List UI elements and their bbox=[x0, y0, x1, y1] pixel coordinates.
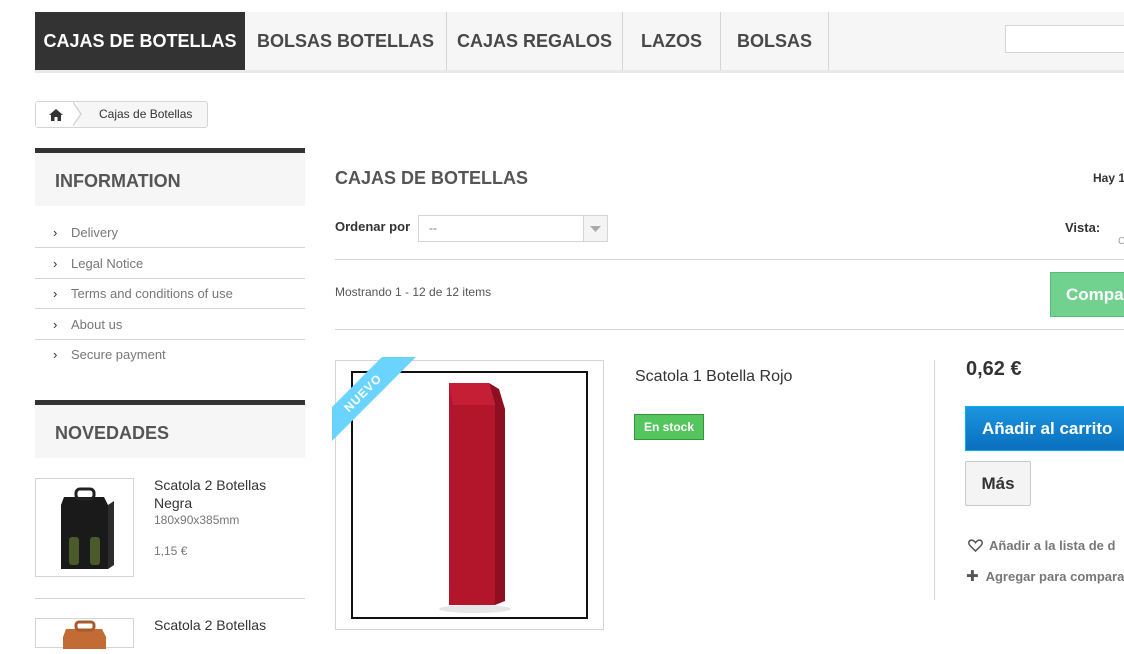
nav-item-cajas-de-botellas[interactable]: CAJAS DE BOTELLAS bbox=[35, 12, 245, 70]
plus-icon: ✚ bbox=[966, 568, 979, 585]
new-badge-ribbon: NUEVO bbox=[332, 357, 422, 447]
brown-bottle-box-image bbox=[63, 620, 106, 649]
novedad-thumbnail[interactable] bbox=[35, 478, 134, 577]
add-to-wishlist-link[interactable]: Añadir a la lista de d bbox=[968, 538, 1115, 553]
divider bbox=[35, 598, 305, 599]
novedad-name[interactable]: Scatola 2 Botellas bbox=[154, 617, 266, 633]
novedades-block-title: NOVEDADES bbox=[35, 400, 305, 458]
sidebar-link-label: Legal Notice bbox=[71, 256, 144, 271]
novedad-thumbnail[interactable] bbox=[35, 618, 134, 649]
novedad-price: 1,15 € bbox=[154, 544, 188, 558]
breadcrumb-separator-inner bbox=[72, 102, 80, 126]
heart-icon bbox=[968, 539, 983, 553]
add-to-compare-link[interactable]: ✚ Agregar para compara bbox=[966, 567, 1124, 585]
chevron-right-icon: › bbox=[53, 225, 58, 240]
sidebar-link-label: Secure payment bbox=[71, 347, 166, 362]
more-button[interactable]: Más bbox=[965, 461, 1031, 506]
stock-badge: En stock bbox=[634, 414, 704, 440]
sidebar-link-secure-payment[interactable]: › Secure payment bbox=[35, 340, 305, 370]
chevron-down-icon[interactable] bbox=[583, 216, 607, 241]
sidebar-link-label: Delivery bbox=[71, 225, 118, 240]
chevron-right-icon: › bbox=[53, 347, 58, 362]
wishlist-label: Añadir a la lista de d bbox=[989, 538, 1116, 553]
sidebar-link-delivery[interactable]: › Delivery bbox=[35, 218, 305, 248]
chevron-right-icon: › bbox=[53, 256, 58, 271]
compare-button[interactable]: Compa bbox=[1050, 272, 1124, 317]
sidebar-link-terms[interactable]: › Terms and conditions of use bbox=[35, 279, 305, 309]
product-count: Hay 1 bbox=[1093, 171, 1124, 185]
breadcrumb-current: Cajas de Botellas bbox=[99, 107, 193, 121]
novedad-description: 180x90x385mm bbox=[154, 513, 240, 527]
home-icon bbox=[49, 109, 63, 121]
new-badge-text: NUEVO bbox=[332, 357, 418, 447]
information-block-title: INFORMATION bbox=[35, 148, 305, 206]
product-name-link[interactable]: Scatola 1 Botella Rojo bbox=[635, 368, 792, 386]
nav-item-bolsas-botellas[interactable]: BOLSAS BOTELLAS bbox=[245, 12, 447, 70]
sidebar-link-label: Terms and conditions of use bbox=[71, 286, 233, 301]
chevron-right-icon: › bbox=[53, 317, 58, 332]
view-option[interactable]: C bbox=[1118, 236, 1124, 247]
chevron-right-icon: › bbox=[53, 286, 58, 301]
search-input[interactable] bbox=[1005, 25, 1124, 53]
top-nav: CAJAS DE BOTELLAS BOLSAS BOTELLAS CAJAS … bbox=[35, 12, 1124, 73]
breadcrumb-home-link[interactable] bbox=[36, 102, 77, 127]
novedad-name-line: Scatola 2 Botellas bbox=[154, 477, 267, 493]
page-title: CAJAS DE BOTELLAS bbox=[335, 168, 529, 188]
sidebar-link-label: About us bbox=[71, 317, 123, 332]
showing-items: Mostrando 1 - 12 de 12 items bbox=[335, 285, 492, 299]
view-label: Vista: bbox=[1065, 220, 1101, 235]
sort-label: Ordenar por bbox=[335, 219, 411, 234]
compare-label: Agregar para compara bbox=[985, 569, 1124, 584]
sidebar-link-about-us[interactable]: › About us bbox=[35, 310, 305, 340]
novedad-name[interactable]: Scatola 2 Botellas Negra bbox=[154, 476, 266, 512]
add-to-cart-button[interactable]: Añadir al carrito bbox=[965, 406, 1124, 451]
nav-item-cajas-regalos[interactable]: CAJAS REGALOS bbox=[447, 12, 623, 70]
nav-item-bolsas[interactable]: BOLSAS bbox=[721, 12, 829, 70]
sort-select[interactable]: -- bbox=[418, 215, 608, 242]
breadcrumb: Cajas de Botellas bbox=[35, 101, 208, 128]
product-price: 0,62 € bbox=[966, 358, 1022, 380]
sort-select-value: -- bbox=[429, 221, 437, 235]
novedad-name-line: Negra bbox=[154, 495, 193, 511]
product-image-container[interactable]: NUEVO bbox=[332, 357, 604, 630]
nav-item-lazos[interactable]: LAZOS bbox=[623, 12, 721, 70]
divider bbox=[335, 259, 1124, 260]
sidebar-link-legal-notice[interactable]: › Legal Notice bbox=[35, 249, 305, 279]
divider bbox=[934, 360, 935, 600]
divider bbox=[335, 329, 1124, 330]
black-bottle-box-image bbox=[61, 487, 114, 569]
